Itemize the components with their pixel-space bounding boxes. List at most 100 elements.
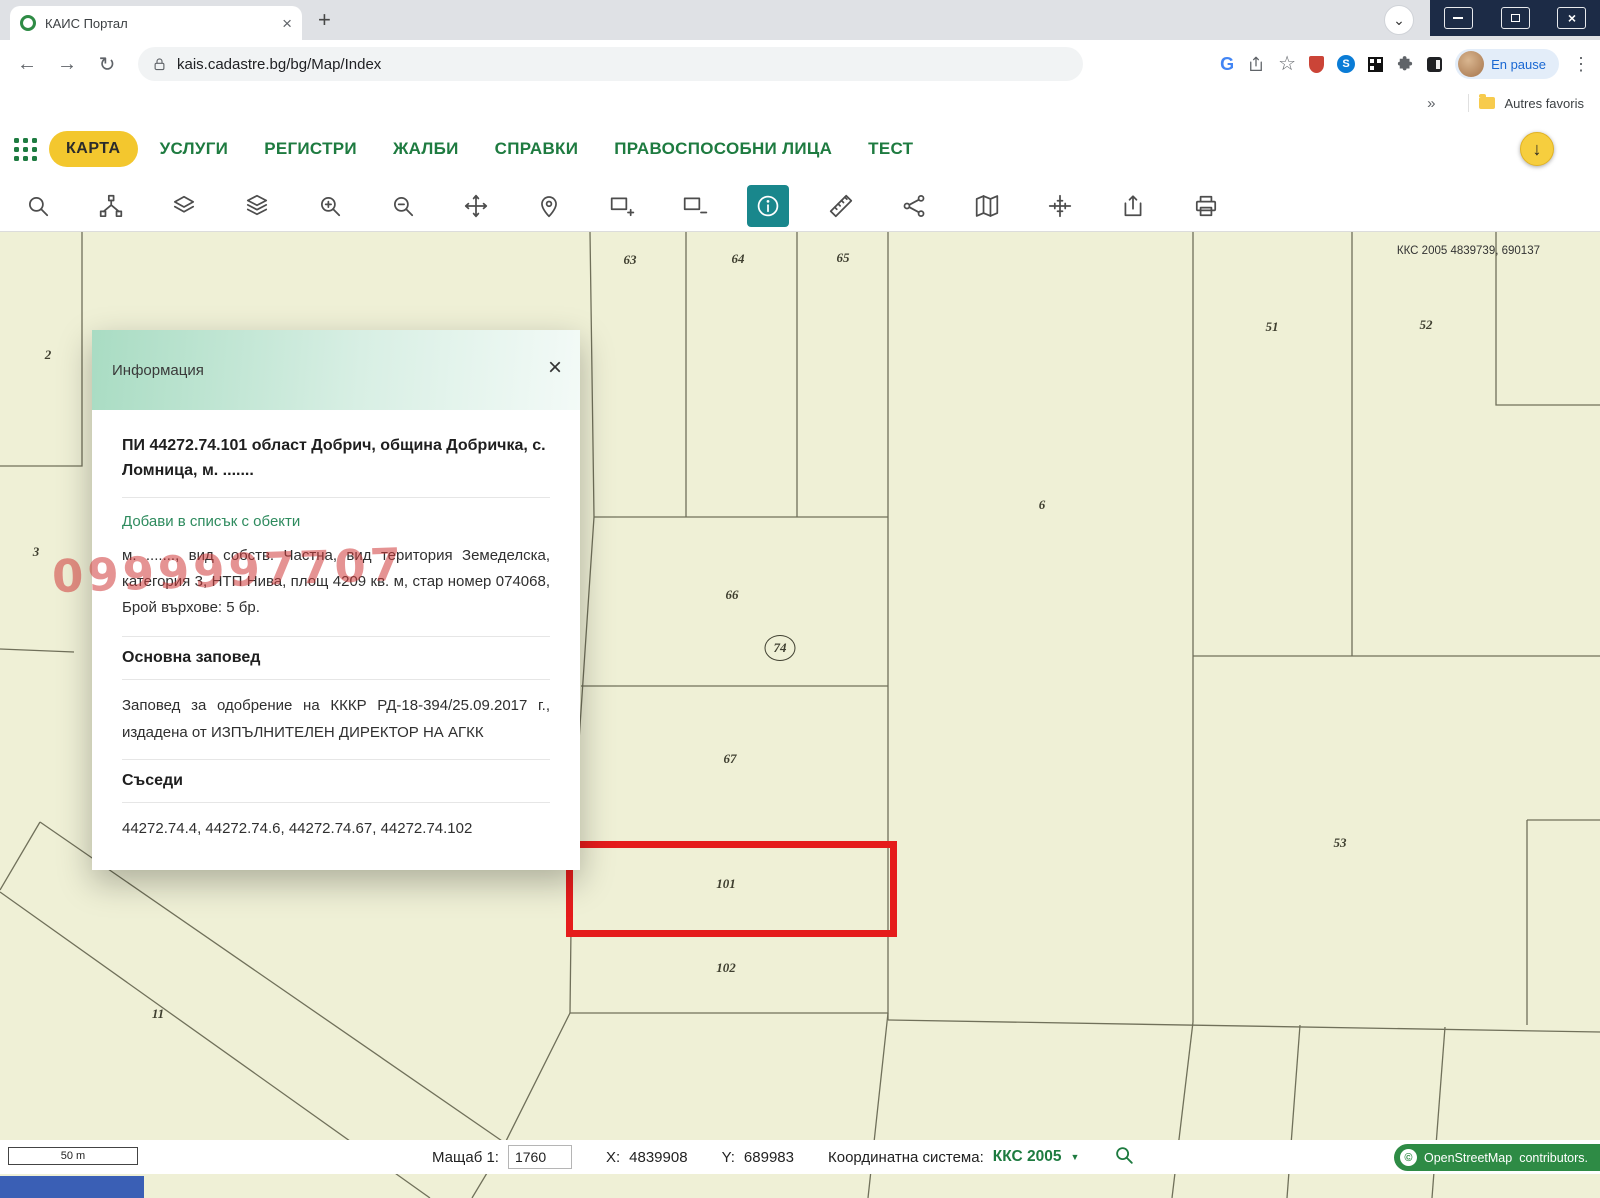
measure-tool[interactable] <box>820 185 862 227</box>
popup-close-icon[interactable]: × <box>548 356 562 380</box>
forward-icon[interactable]: → <box>54 53 80 76</box>
topology-tool[interactable] <box>90 185 132 227</box>
bookmark-star-icon[interactable]: ☆ <box>1278 54 1296 74</box>
ublock-extension-icon[interactable] <box>1309 55 1325 73</box>
nav-item-2[interactable]: РЕГИСТРИ <box>264 139 357 159</box>
profile-status-label: En pause <box>1491 56 1546 72</box>
zoom-in-tool[interactable] <box>309 185 351 227</box>
zoom-window-in-tool[interactable] <box>601 185 643 227</box>
osm-name: OpenStreetMap <box>1423 1150 1513 1165</box>
close-window-icon: × <box>1557 7 1587 29</box>
popup-body: ПИ 44272.74.101 област Добрич, община До… <box>92 410 580 870</box>
parcel-label-53: 53 <box>1333 835 1347 850</box>
crs-caret-icon[interactable]: ▼ <box>1070 1152 1079 1162</box>
layer-stack-tool[interactable] <box>236 185 278 227</box>
dark-mode-extension-icon[interactable] <box>1427 56 1443 72</box>
google-icon[interactable]: G <box>1220 54 1234 75</box>
new-tab-button[interactable]: + <box>318 7 331 33</box>
address-bar-row: ← → ↻ kais.cadastre.bg/bg/Map/Index G ☆ … <box>0 40 1600 88</box>
popup-header: Информация × <box>92 330 580 410</box>
browser-action-icons: G ☆ S En pause ⋮ <box>1220 40 1590 88</box>
bookmarks-divider <box>1467 94 1469 112</box>
zoom-out-tool[interactable] <box>382 185 424 227</box>
address-bar[interactable]: kais.cadastre.bg/bg/Map/Index <box>138 47 1083 81</box>
map-area[interactable]: 63 64 65 51 52 2 6 3 66 74 67 53 101 102 11 ККС 2005 4… <box>0 232 1600 1198</box>
qr-extension-icon[interactable] <box>1368 56 1384 72</box>
order-section-text: Заповед за одобрение на КККР РД-18-394/2… <box>122 680 550 760</box>
share-icon[interactable] <box>1247 55 1265 73</box>
add-to-object-list-link[interactable]: Добави в списък с обекти <box>122 513 550 530</box>
crs-dropdown[interactable]: ККС 2005 <box>993 1148 1062 1166</box>
maximize-icon <box>1500 7 1530 29</box>
avatar <box>1458 51 1485 77</box>
maximize-button[interactable] <box>1487 0 1544 36</box>
layers-tool[interactable] <box>163 185 205 227</box>
bookmarks-bar: » Autres favoris <box>0 88 1600 118</box>
info-popup: Информация × ПИ 44272.74.101 област Добр… <box>92 330 580 871</box>
minimize-icon <box>1443 7 1473 29</box>
x-value: 4839908 <box>629 1148 688 1166</box>
scale-line: 50 m <box>8 1147 138 1165</box>
map-status-bar: 50 m Мащаб 1: X: 4839908 Y: 689983 Коорд… <box>0 1140 1600 1174</box>
parcel-label-66: 66 <box>725 587 739 602</box>
parcel-label-3: 3 <box>32 544 40 559</box>
parcel-label-2: 2 <box>44 347 52 362</box>
nav-item-6[interactable]: ТЕСТ <box>868 139 913 159</box>
copyright-icon: © <box>1399 1149 1417 1166</box>
nav-item-5[interactable]: ПРАВОСПОСОБНИ ЛИЦА <box>614 139 832 159</box>
scale-input[interactable] <box>507 1145 572 1169</box>
browser-tab[interactable]: КАИС Портал × <box>10 6 302 40</box>
crs-label: Координатна система: <box>827 1148 984 1166</box>
other-bookmarks-button[interactable]: Autres favoris <box>1505 96 1584 111</box>
extensions-puzzle-icon[interactable] <box>1396 55 1414 73</box>
lock-icon <box>154 57 165 70</box>
status-controls: Мащаб 1: X: 4839908 Y: 689983 Координатн… <box>432 1140 1135 1174</box>
minimize-button[interactable] <box>1430 0 1487 36</box>
map-toolbar <box>0 180 1600 232</box>
osm-suffix: contributors. <box>1519 1150 1588 1165</box>
osm-attribution[interactable]: © OpenStreetMap contributors. <box>1393 1144 1600 1171</box>
parcel-label-65: 65 <box>836 250 850 265</box>
back-icon[interactable]: ← <box>14 53 40 76</box>
print-tool[interactable] <box>1185 185 1227 227</box>
tab-close-icon[interactable]: × <box>282 15 292 32</box>
bottom-left-blue-bar <box>0 1176 144 1198</box>
browser-menu-icon[interactable]: ⋮ <box>1572 54 1590 75</box>
skype-extension-icon[interactable]: S <box>1337 55 1356 73</box>
x-label: X: <box>605 1148 621 1166</box>
reload-icon[interactable]: ↻ <box>94 52 120 77</box>
karta-button[interactable]: КАРТА <box>49 131 138 167</box>
bookmarks-overflow-icon[interactable]: » <box>1427 95 1435 112</box>
profile-chip[interactable]: En pause <box>1455 49 1559 79</box>
search-tool[interactable] <box>17 185 59 227</box>
apps-grid-icon[interactable] <box>14 137 37 161</box>
nav-item-3[interactable]: ЖАЛБИ <box>393 139 459 159</box>
parcel-object-title: ПИ 44272.74.101 област Добрич, община До… <box>122 434 550 498</box>
parcel-label-52: 52 <box>1419 317 1433 332</box>
browser-window: КАИС Портал × + ⌄ × ← → ↻ kais.cadastre.… <box>0 0 1600 1198</box>
info-tool[interactable] <box>747 184 789 227</box>
order-section-heading: Основна заповед <box>122 637 550 681</box>
folder-icon <box>1478 94 1495 109</box>
nav-item-4[interactable]: СПРАВКИ <box>495 139 579 159</box>
neighbors-section-text: 44272.74.4, 44272.74.6, 44272.74.67, 442… <box>122 819 473 837</box>
scroll-down-button[interactable]: ↓ <box>1520 132 1554 166</box>
site-favicon-icon <box>20 15 36 31</box>
tab-search-chevron-icon[interactable]: ⌄ <box>1384 5 1414 35</box>
pan-tool[interactable] <box>455 185 497 227</box>
zoom-window-out-tool[interactable] <box>674 185 716 227</box>
parcel-label-11: 11 <box>151 1006 165 1021</box>
neighbors-section-heading: Съседи <box>122 760 550 803</box>
parcel-label-6: 6 <box>1038 497 1046 512</box>
map-sheets-tool[interactable] <box>966 185 1008 227</box>
coordinate-search-button[interactable] <box>1113 1144 1135 1170</box>
nav-item-1[interactable]: УСЛУГИ <box>160 139 229 159</box>
share-graph-tool[interactable] <box>893 185 935 227</box>
export-tool[interactable] <box>1112 185 1154 227</box>
url-text: kais.cadastre.bg/bg/Map/Index <box>177 55 382 73</box>
coordinates-tool[interactable] <box>1039 185 1081 227</box>
close-window-button[interactable]: × <box>1543 0 1600 36</box>
locate-tool[interactable] <box>528 185 570 227</box>
parcel-label-67: 67 <box>723 751 737 766</box>
parcel-label-51: 51 <box>1265 319 1279 334</box>
